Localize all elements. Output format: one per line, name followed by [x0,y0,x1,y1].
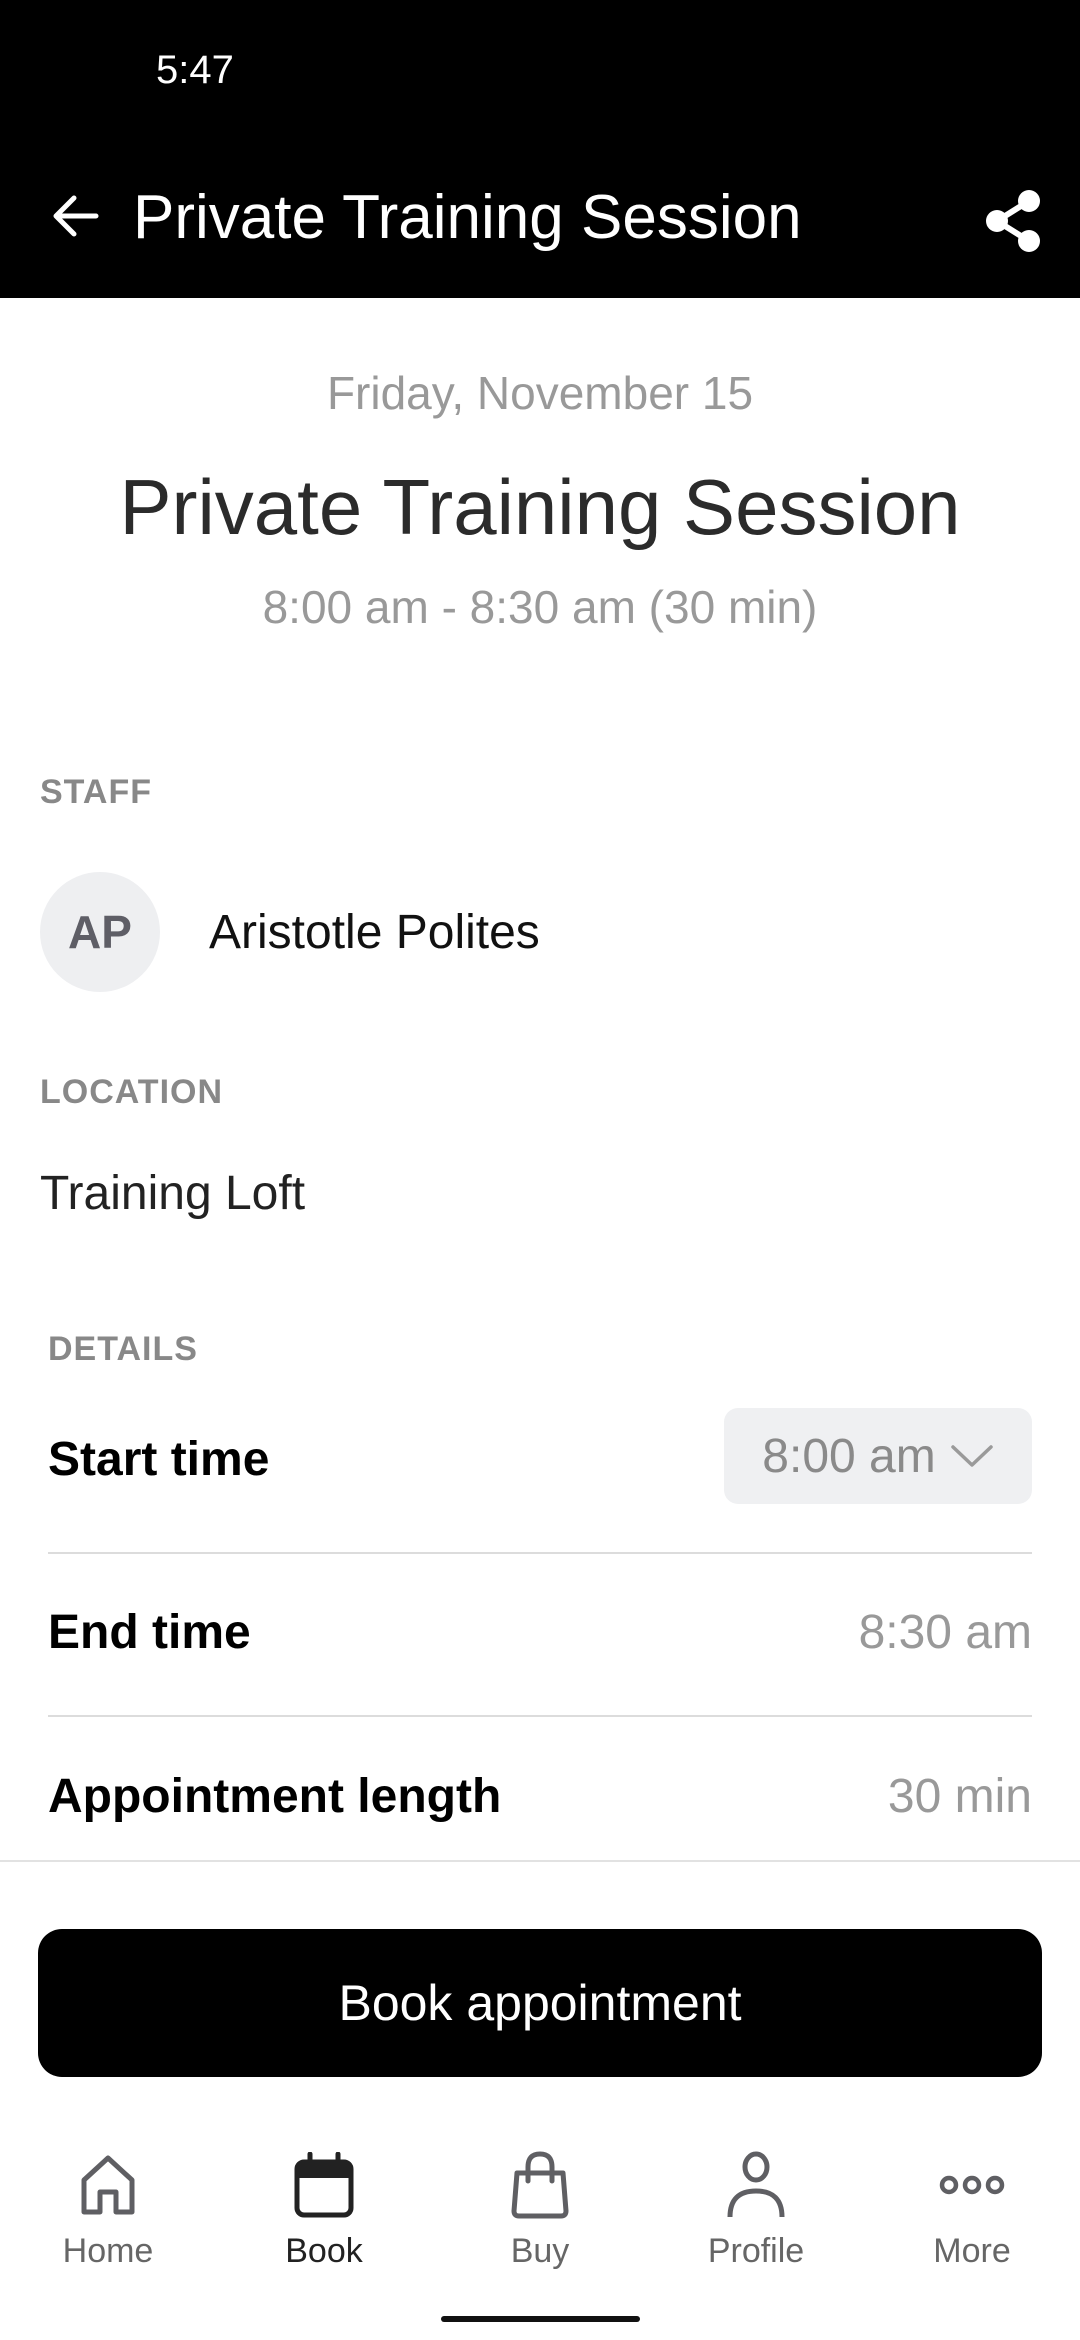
calendar-icon [294,2152,354,2218]
nav-item-home[interactable]: Home [0,2150,216,2280]
share-icon [985,189,1040,252]
chevron-down-icon [950,1445,993,1467]
back-button[interactable] [40,186,110,246]
details-section-label: DETAILS [48,1330,198,1368]
nav-item-profile[interactable]: Profile [648,2150,864,2280]
nav-item-book[interactable]: Book [216,2150,432,2280]
staff-name: Aristotle Polites [209,906,540,959]
staff-avatar: AP [40,872,160,992]
app-bar: Private Training Session [0,130,1080,298]
divider [48,1715,1032,1717]
appointment-length-label: Appointment length [48,1770,502,1823]
nav-item-more[interactable]: More [864,2150,1080,2280]
divider [48,1552,1032,1554]
end-time-value: 8:30 am [858,1606,1032,1659]
nav-label-profile: Profile [707,2232,805,2270]
app-bar-title: Private Training Session [133,183,802,252]
appointment-date: Friday, November 15 [326,367,754,419]
location-section-label: LOCATION [40,1073,224,1111]
start-time-select[interactable]: 8:00 am [724,1408,1032,1504]
nav-label-home: Home [62,2232,154,2270]
shopping-bag-icon [511,2151,569,2219]
bottom-navigation: Home Book Buy Profile More [0,2150,1080,2280]
location-name: Training Loft [40,1167,306,1220]
end-time-label: End time [48,1606,251,1659]
status-bar: 5:47 [0,0,1080,130]
nav-label-book: Book [285,2232,363,2270]
share-button[interactable] [975,183,1050,258]
appointment-length-value: 30 min [887,1770,1032,1823]
nav-item-buy[interactable]: Buy [432,2150,648,2280]
staff-section-label: STAFF [40,773,153,811]
person-icon [727,2151,785,2218]
nav-label-more: More [933,2232,1011,2270]
status-time: 5:47 [156,48,234,92]
start-time-value: 8:00 am [762,1429,936,1483]
appointment-time-range: 8:00 am - 8:30 am (30 min) [262,581,818,633]
footer-divider [0,1860,1080,1862]
home-icon [81,2155,135,2215]
book-appointment-button[interactable]: Book appointment [38,1929,1042,2077]
more-dots-icon [939,2175,1005,2195]
staff-initials: AP [68,906,132,958]
home-indicator[interactable] [441,2316,640,2322]
book-appointment-label: Book appointment [338,1975,742,2031]
start-time-label: Start time [48,1433,270,1486]
appointment-title: Private Training Session [119,463,961,551]
nav-label-buy: Buy [510,2232,570,2270]
arrow-left-icon [53,195,99,237]
